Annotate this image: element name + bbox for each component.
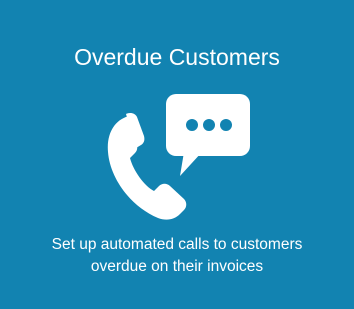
speech-bubble-icon xyxy=(166,94,250,176)
tile-description: Set up automated calls to customers over… xyxy=(10,234,344,278)
phone-with-speech-bubble-icon xyxy=(107,94,250,220)
tile-title: Overdue Customers xyxy=(74,44,280,70)
tile-description-line-1: Set up automated calls to customers xyxy=(51,236,303,253)
tile-description-line-2: overdue on their invoices xyxy=(90,258,264,275)
overdue-customers-tile[interactable]: Overdue Customers Set up automated calls… xyxy=(0,0,354,309)
